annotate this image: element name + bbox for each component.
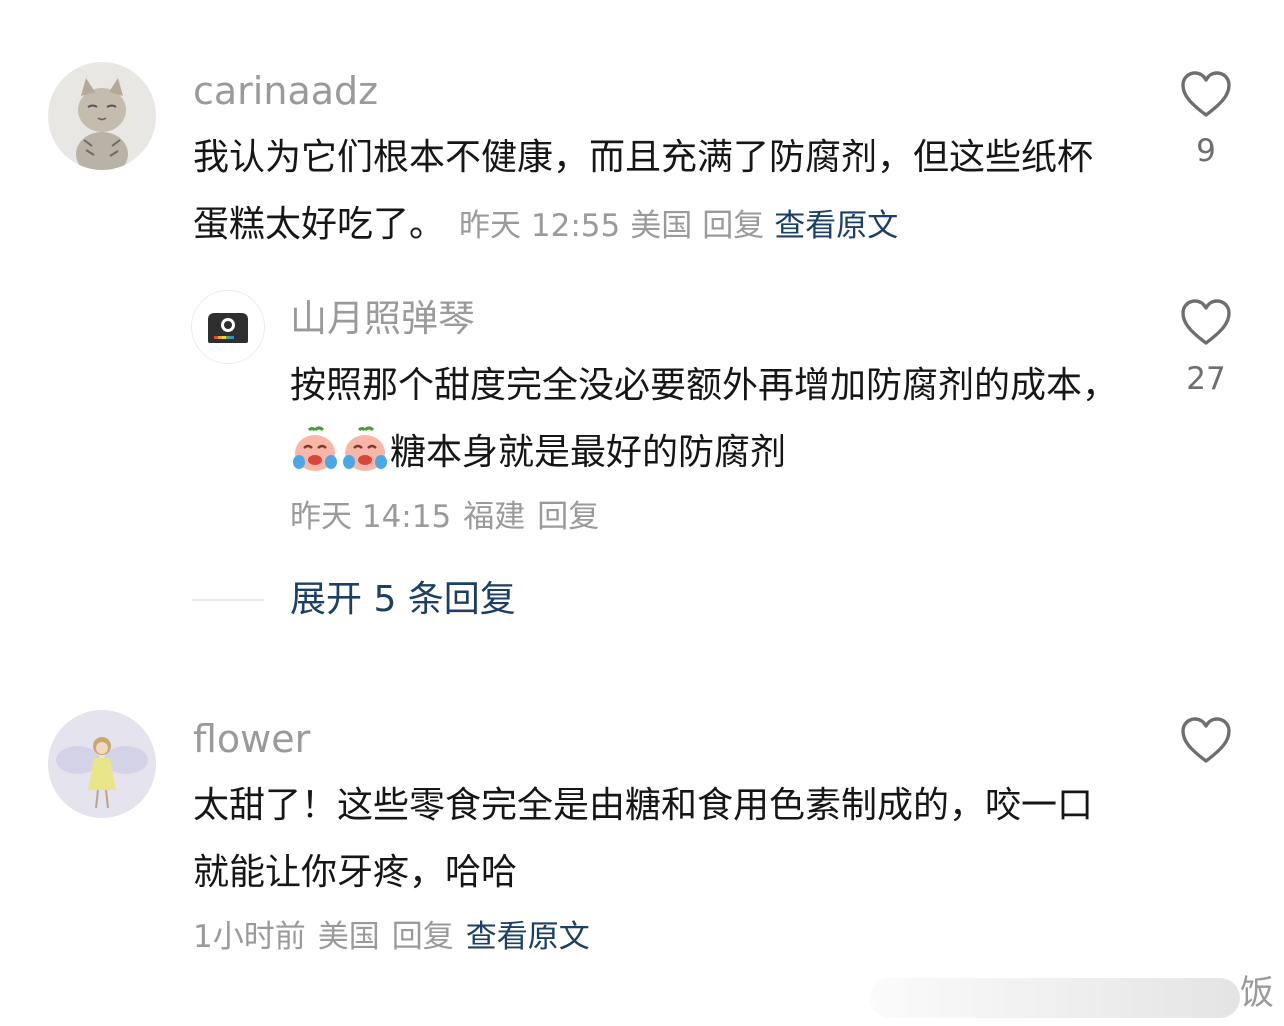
fairy-avatar-icon: [48, 710, 156, 818]
comment-location: 美国: [317, 919, 380, 955]
comment-time: 1小时前: [193, 919, 306, 955]
reply-reply-button[interactable]: 回复: [537, 499, 599, 535]
reply-body-end: 糖本身就是最好的防腐剂: [390, 432, 787, 473]
comment-username[interactable]: flower: [193, 720, 310, 758]
avatar-carinaadz[interactable]: [48, 62, 156, 170]
avatar-reply-user[interactable]: [191, 290, 265, 364]
like-button[interactable]: 9: [1176, 70, 1236, 167]
heart-icon: [1181, 71, 1231, 117]
comment-location: 美国: [630, 208, 693, 244]
like-button[interactable]: [1176, 716, 1236, 782]
crying-laughing-emoji: [341, 426, 389, 474]
expand-divider: [192, 599, 264, 601]
reply-username[interactable]: 山月照弹琴: [290, 300, 475, 337]
expand-replies-button[interactable]: 展开 5 条回复: [290, 582, 516, 618]
heart-icon: [1181, 717, 1231, 763]
reply-body: 按照那个甜度完全没必要额外再增加防腐剂的成本，: [290, 365, 1119, 406]
like-count: 9: [1196, 133, 1216, 169]
crying-laughing-emoji: [291, 426, 339, 474]
reply-location: 福建: [463, 499, 526, 535]
comment-time: 昨天 12:55: [459, 208, 621, 244]
comment-meta: 1小时前 美国 回复 查看原文: [193, 922, 590, 953]
avatar-flower[interactable]: [48, 710, 156, 818]
view-original-link[interactable]: 查看原文: [466, 919, 590, 955]
heart-icon: [1181, 299, 1231, 345]
comment-text: 太甜了！这些零食完全是由糖和食用色素制成的，咬一口就能让你牙疼，哈哈: [193, 785, 1094, 893]
watermark-bar: [870, 978, 1240, 1018]
reply-text: 按照那个甜度完全没必要额外再增加防腐剂的成本， 糖本身就是最好的防腐剂: [290, 352, 1130, 486]
cat-avatar-icon: [48, 62, 156, 170]
camera-avatar-icon: [192, 291, 264, 363]
reply-time: 昨天 14:15: [290, 499, 452, 535]
reply-like-count: 27: [1186, 361, 1226, 397]
reply-button[interactable]: 回复: [702, 208, 764, 244]
comment-meta: 昨天 12:55 美国 回复 查看原文: [459, 208, 898, 244]
comment-username[interactable]: carinaadz: [193, 72, 378, 110]
comment-text: 我认为它们根本不健康，而且充满了防腐剂，但这些纸杯蛋糕太好吃了。 昨天 12:55…: [193, 124, 1123, 260]
reply-meta: 昨天 14:15 福建 回复: [290, 502, 611, 533]
reply-like-button[interactable]: 27: [1176, 298, 1236, 395]
view-original-link[interactable]: 查看原文: [774, 208, 898, 244]
reply-button[interactable]: 回复: [392, 919, 454, 955]
watermark-text: 饭: [1240, 973, 1274, 1013]
